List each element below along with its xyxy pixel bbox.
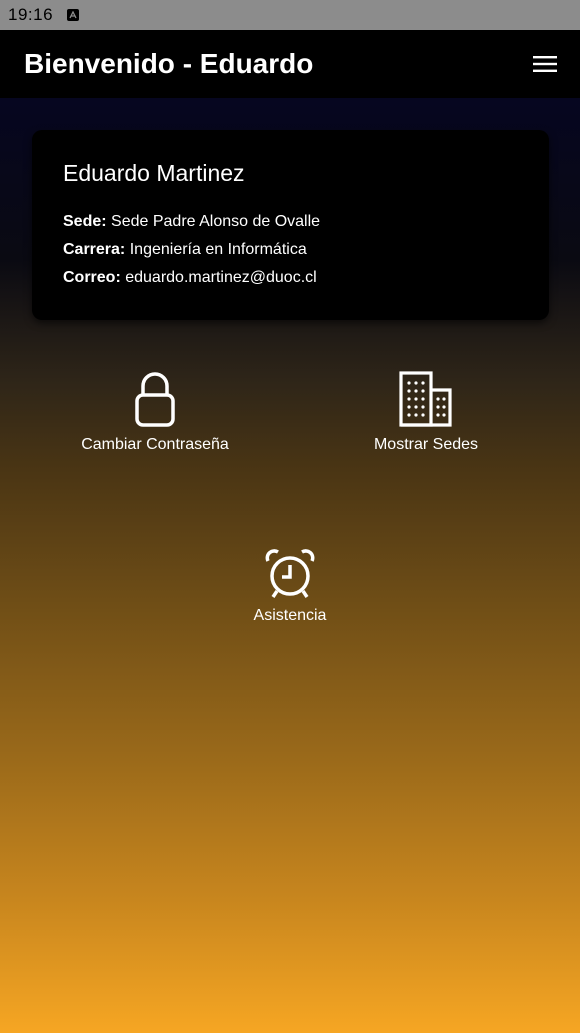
hamburger-menu-icon: [533, 56, 557, 72]
a-icon: [67, 9, 80, 21]
action-label: Asistencia: [253, 607, 327, 624]
building-icon: [399, 371, 452, 427]
info-sede: Sede: Sede Padre Alonso de Ovalle: [63, 208, 518, 236]
info-label: Carrera:: [63, 241, 126, 258]
app-bar: Bienvenido - Eduardo: [0, 30, 580, 98]
info-value: Ingeniería en Informática: [129, 241, 307, 258]
alarm-clock-icon: [265, 549, 315, 598]
show-sedes-button[interactable]: Mostrar Sedes: [356, 370, 496, 454]
info-value: Sede Padre Alonso de Ovalle: [111, 213, 321, 230]
page-title: Bienvenido - Eduardo: [24, 48, 314, 79]
info-label: Correo:: [63, 269, 121, 286]
info-label: Sede:: [63, 213, 107, 230]
menu-button[interactable]: [532, 53, 558, 75]
attendance-button[interactable]: Asistencia: [230, 549, 350, 625]
action-label: Mostrar Sedes: [373, 436, 479, 453]
profile-card: Eduardo Martinez Sede: Sede Padre Alonso…: [32, 130, 549, 320]
info-correo: Correo: eduardo.martinez@duoc.cl: [63, 264, 518, 292]
info-carrera: Carrera: Ingeniería en Informática: [63, 236, 518, 264]
action-label: Cambiar Contraseña: [81, 436, 229, 453]
status-time: 19:16: [8, 5, 54, 24]
status-bar: 19:16: [0, 0, 580, 30]
profile-name: Eduardo Martinez: [63, 160, 245, 186]
info-value: eduardo.martinez@duoc.cl: [125, 269, 317, 286]
change-password-button[interactable]: Cambiar Contraseña: [70, 370, 240, 454]
lock-icon: [135, 372, 175, 427]
